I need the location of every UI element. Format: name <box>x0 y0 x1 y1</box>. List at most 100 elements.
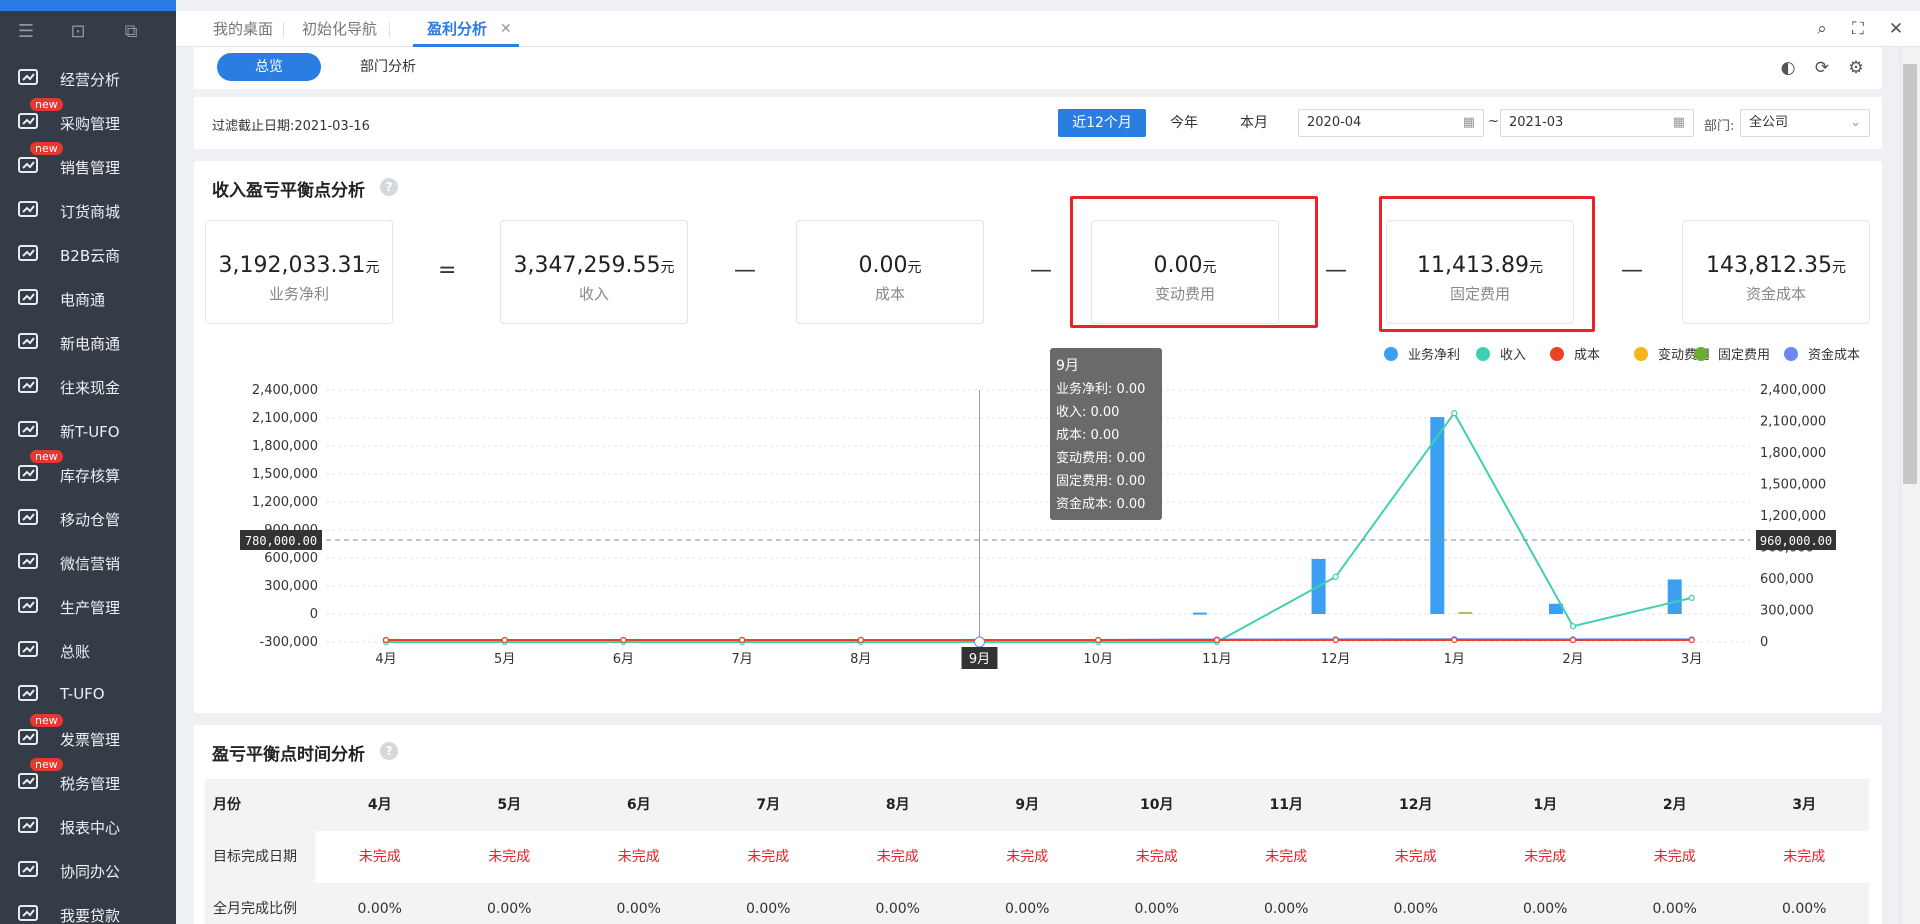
table-cell: 0.00% <box>1393 901 1438 917</box>
x-axis-tick-label: 8月 <box>850 652 871 667</box>
row-label: 目标完成日期 <box>213 849 297 865</box>
table-header-cell: 9月 <box>1015 797 1040 813</box>
tooltip-row: 成本: 0.00 <box>1056 428 1119 443</box>
hover-point <box>974 636 985 648</box>
table-header-cell: 10月 <box>1140 797 1174 813</box>
series-point <box>1451 636 1458 644</box>
crosshair-left-label: 780,000.00 <box>245 534 317 548</box>
series-point <box>1569 636 1577 644</box>
table-cell: 未完成 <box>747 849 790 865</box>
left-axis-tick-label: 600,000 <box>264 551 318 566</box>
table-cell: 0.00% <box>1523 901 1568 917</box>
x-axis-tick-label: 4月 <box>375 652 396 667</box>
series-point <box>857 636 864 644</box>
table-row: 目标完成日期 未完成 未完成 未完成 未完成 未完成 未完成 未完成 未完成 未完成 未完成 未完成 未… <box>205 831 1869 883</box>
x-axis-tick-label: 2月 <box>1562 652 1583 667</box>
crosshair-right-label: 960,000.00 <box>1760 534 1832 548</box>
series-point <box>738 636 746 644</box>
app-root: ☰ ⊡ ⧉ 经营分析 采购管理 new 销售管理 new 订货商城 B2B云商 电商通 新电商通… <box>0 0 1920 924</box>
table-header-cell: 3月 <box>1792 797 1817 813</box>
right-axis-tick-label: 1,800,000 <box>1760 446 1826 461</box>
table-cell: 未完成 <box>1394 849 1437 865</box>
table-cell: 0.00% <box>1005 901 1050 917</box>
x-axis-tick-label: 3月 <box>1681 652 1702 667</box>
table-header-cell: 7月 <box>756 797 781 813</box>
right-axis-tick-label: 300,000 <box>1760 604 1814 619</box>
left-axis-tick-label: 1,200,000 <box>252 495 318 510</box>
table-cell: 未完成 <box>358 849 401 865</box>
net-profit-bar <box>1667 579 1682 614</box>
help-icon[interactable]: ? <box>380 742 398 760</box>
x-axis-tick-label: 12月 <box>1321 652 1351 667</box>
table-header-label: 月份 <box>213 797 241 813</box>
left-axis-tick-label: 0 <box>310 607 318 622</box>
right-axis-tick-label: 1,200,000 <box>1760 509 1826 524</box>
table-header-cell: 1月 <box>1533 797 1558 813</box>
x-axis-tick-label: 1月 <box>1444 652 1465 667</box>
series-point <box>1213 636 1221 644</box>
row-label: 全月完成比例 <box>213 901 297 917</box>
right-axis-tick-label: 0 <box>1760 635 1768 650</box>
table-header-cell: 5月 <box>497 797 522 813</box>
table-header-cell: 12月 <box>1399 797 1433 813</box>
tooltip-row: 资金成本: 0.00 <box>1056 496 1145 512</box>
table-cell: 0.00% <box>1652 901 1697 917</box>
series-point <box>501 636 508 644</box>
fixed-expense-bar <box>1458 612 1473 614</box>
table-header-cell: 8月 <box>885 797 910 813</box>
series-point <box>1332 636 1339 644</box>
right-axis-tick-label: 600,000 <box>1760 572 1814 587</box>
tooltip-title: 9月 <box>1056 358 1079 374</box>
tooltip-row: 变动费用: 0.00 <box>1056 450 1145 466</box>
timeline-title: 盈亏平衡点时间分析 <box>212 745 365 765</box>
net-profit-bar <box>1430 417 1445 614</box>
table-header-cell: 11月 <box>1269 797 1303 813</box>
table-cell: 0.00% <box>357 901 402 917</box>
x-axis-tick-label: 7月 <box>731 652 752 667</box>
x-axis-tick-label: 5月 <box>494 652 515 667</box>
table-cell: 未完成 <box>1524 849 1567 865</box>
tooltip-row: 业务净利: 0.00 <box>1056 381 1145 397</box>
crosshair-x-label: 9月 <box>969 652 990 667</box>
series-point <box>1688 636 1695 644</box>
left-axis-tick-label: -300,000 <box>260 635 318 650</box>
x-axis-tick-label: 10月 <box>1083 652 1113 667</box>
table-header-cell: 4月 <box>367 797 392 813</box>
right-axis-tick-label: 1,500,000 <box>1760 478 1826 493</box>
tooltip-row: 固定费用: 0.00 <box>1056 474 1145 489</box>
table-cell: 未完成 <box>1783 849 1826 865</box>
table-cell: 未完成 <box>488 849 531 865</box>
net-profit-bar <box>1192 612 1207 615</box>
left-axis-tick-label: 1,500,000 <box>252 467 318 482</box>
left-axis-tick-label: 300,000 <box>264 579 318 594</box>
left-axis-tick-label: 2,400,000 <box>252 383 318 398</box>
timeline-table-header: 月份 4月 5月 6月 7月 8月 9月 10月 11月 12月 1月 2月 3月 <box>205 779 1869 831</box>
table-cell: 0.00% <box>1782 901 1827 917</box>
x-axis-tick-label: 6月 <box>613 652 634 667</box>
series-point <box>1688 594 1695 602</box>
x-axis-tick-label: 11月 <box>1202 652 1232 667</box>
table-cell: 未完成 <box>1265 849 1308 865</box>
table-cell: 0.00% <box>487 901 532 917</box>
table-cell: 未完成 <box>1653 849 1696 865</box>
series-point <box>1332 573 1339 581</box>
left-axis-tick-label: 2,100,000 <box>252 411 318 426</box>
right-axis-tick-label: 2,400,000 <box>1760 383 1826 398</box>
series-point <box>382 636 390 644</box>
table-cell: 0.00% <box>1264 901 1309 917</box>
series-point <box>620 636 627 644</box>
series-line <box>386 411 1692 643</box>
scrollbar-thumb[interactable] <box>1903 64 1917 484</box>
table-cell: 未完成 <box>617 849 660 865</box>
series-point <box>1095 636 1102 644</box>
right-axis-tick-label: 2,100,000 <box>1760 415 1826 430</box>
table-cell: 0.00% <box>1134 901 1179 917</box>
table-header-cell: 2月 <box>1662 797 1687 813</box>
table-cell: 未完成 <box>876 849 919 865</box>
tooltip-row: 收入: 0.00 <box>1056 405 1119 420</box>
series-point <box>1451 410 1458 417</box>
left-axis-tick-label: 1,800,000 <box>252 439 318 454</box>
table-header-cell: 6月 <box>626 797 651 813</box>
table-cell: 0.00% <box>616 901 661 917</box>
table-row: 全月完成比例 0.00% 0.00% 0.00% 0.00% 0.00% 0.00% 0.00… <box>205 883 1869 924</box>
